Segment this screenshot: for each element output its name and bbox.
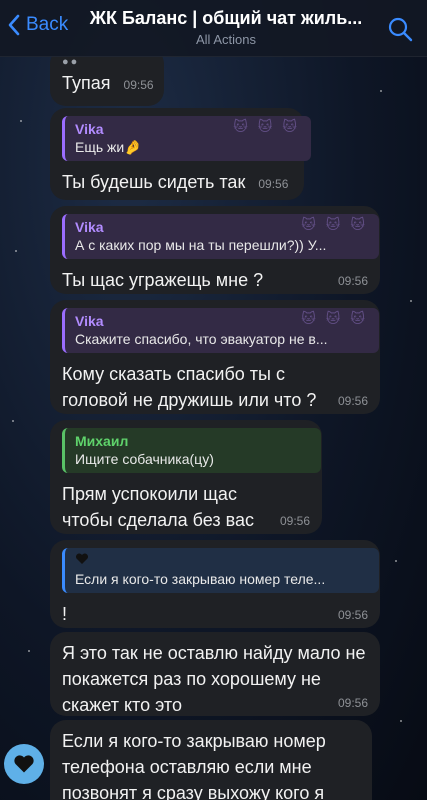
- chevron-left-icon: [8, 14, 20, 36]
- search-icon[interactable]: [387, 16, 413, 42]
- message-bubble[interactable]: 🐱🐱🐱 Vika А с каких пор мы на ты перешли?…: [50, 206, 380, 294]
- message-text: Кому сказать спасибо ты с головой не дру…: [62, 364, 317, 410]
- pattern-decoration: 🐱🐱🐱: [233, 118, 307, 134]
- reply-quote[interactable]: 🐱🐱🐱 Vika Ещь жи🤌: [62, 116, 311, 161]
- message-text: Если я кого-то закрываю номер телефона о…: [62, 731, 326, 800]
- reply-quote[interactable]: 🐱🐱🐱 Vika Скажите спасибо, что эвакуатор …: [62, 308, 379, 353]
- black-heart-icon: [75, 553, 89, 564]
- reply-text: Ищите собачника(цу): [75, 451, 214, 467]
- message-bubble[interactable]: ●● Тупая 09:56: [50, 56, 164, 106]
- message-text: Прям успокоили щас чтобы сделала без вас: [62, 484, 254, 530]
- reply-quote[interactable]: Михаил Ищите собачника(цу): [62, 428, 321, 473]
- message-bubble[interactable]: Я это так не оставлю найду мало не покаж…: [50, 632, 380, 716]
- message-time: 09:56: [279, 514, 310, 528]
- reply-quote[interactable]: Если я кого-то закрываю номер теле...: [62, 548, 379, 593]
- back-button[interactable]: Back: [6, 13, 68, 37]
- chat-subtitle: All Actions: [196, 32, 256, 47]
- message-bubble[interactable]: 🐱🐱🐱 Vika Ещь жи🤌 Ты будешь сидеть так 09…: [50, 108, 311, 200]
- reply-text: Ещь жи🤌: [75, 139, 142, 155]
- message-bubble[interactable]: Если я кого-то закрываю номер теле... ! …: [50, 540, 380, 628]
- reply-author: Михаил: [75, 433, 129, 449]
- message-bubble[interactable]: 🐱🐱🐱 Vika Скажите спасибо, что эвакуатор …: [50, 300, 380, 414]
- reply-text: Если я кого-то закрываю номер теле...: [75, 571, 326, 587]
- chat-header: Back ЖК Баланс | общий чат жиль... All A…: [0, 0, 427, 57]
- message-text: Ты будешь сидеть так: [62, 172, 246, 192]
- pattern-decoration: 🐱🐱🐱: [301, 216, 375, 232]
- message-time: 09:56: [337, 274, 368, 288]
- message-text: Ты щас угражещь мне ?: [62, 270, 264, 290]
- message-time: 09:56: [337, 696, 368, 710]
- message-bubble[interactable]: Михаил Ищите собачника(цу) Прям успокоил…: [50, 420, 322, 534]
- message-text: Я это так не оставлю найду мало не покаж…: [62, 643, 366, 715]
- message-time: 09:56: [337, 394, 368, 408]
- reply-text: А с каких пор мы на ты перешли?)) У...: [75, 237, 327, 253]
- message-bubble[interactable]: Если я кого-то закрываю номер телефона о…: [50, 720, 372, 800]
- avatar[interactable]: [4, 744, 44, 784]
- message-time: 09:56: [337, 608, 368, 622]
- chat-title-block[interactable]: ЖК Баланс | общий чат жиль... All Action…: [76, 8, 376, 47]
- reply-text: Скажите спасибо, что эвакуатор не в...: [75, 331, 328, 347]
- black-heart-icon: [14, 755, 34, 773]
- message-text: !: [62, 604, 68, 624]
- reply-quote[interactable]: 🐱🐱🐱 Vika А с каких пор мы на ты перешли?…: [62, 214, 379, 259]
- message-list[interactable]: ●● Тупая 09:56 🐱🐱🐱 Vika Ещь жи🤌 Ты будеш…: [0, 56, 427, 800]
- chat-title: ЖК Баланс | общий чат жиль...: [89, 8, 363, 28]
- message-text: Тупая: [62, 73, 111, 93]
- pattern-decoration: 🐱🐱🐱: [301, 310, 375, 326]
- message-time: 09:56: [258, 177, 289, 191]
- back-label: Back: [26, 14, 69, 35]
- message-time: 09:56: [123, 78, 154, 92]
